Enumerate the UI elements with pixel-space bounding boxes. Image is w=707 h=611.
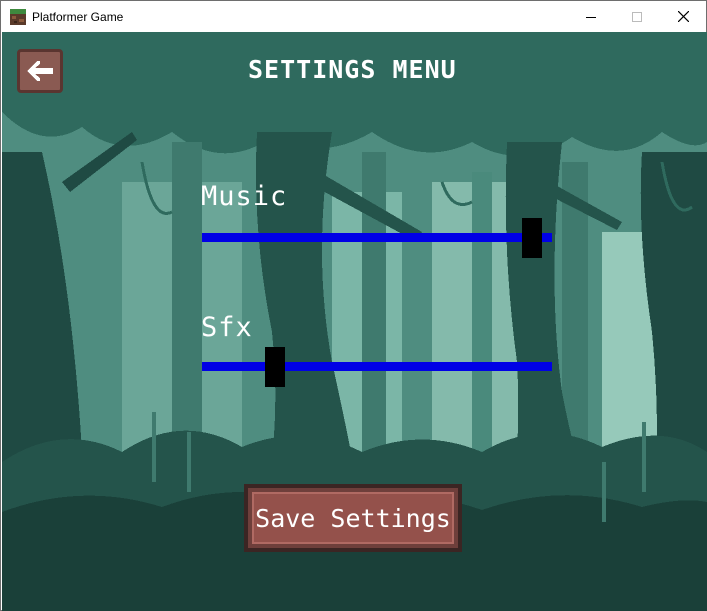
- save-settings-button[interactable]: Save Settings: [244, 484, 462, 552]
- music-slider[interactable]: [202, 216, 552, 258]
- game-window: Platformer Game SETTINGS MENU Music Sfx …: [0, 0, 707, 611]
- title-bar[interactable]: Platformer Game: [1, 1, 706, 32]
- sfx-label: Sfx: [201, 312, 253, 343]
- save-settings-button-face[interactable]: Save Settings: [252, 492, 454, 544]
- window-title: Platformer Game: [32, 10, 124, 24]
- close-icon: [677, 11, 689, 22]
- minimize-button[interactable]: [568, 1, 614, 32]
- maximize-icon: [632, 11, 642, 22]
- music-slider-track[interactable]: [202, 233, 552, 242]
- close-button[interactable]: [660, 1, 706, 32]
- game-canvas: SETTINGS MENU Music Sfx Save Settings: [2, 32, 707, 611]
- minimize-icon: [586, 16, 596, 18]
- sfx-slider-handle[interactable]: [265, 347, 285, 387]
- app-icon: [10, 9, 26, 25]
- sfx-slider-track[interactable]: [202, 362, 552, 371]
- arrow-left-icon: [27, 61, 53, 81]
- music-slider-handle[interactable]: [522, 218, 542, 258]
- sfx-slider[interactable]: [202, 346, 552, 388]
- maximize-button[interactable]: [614, 1, 660, 32]
- save-settings-label: Save Settings: [255, 503, 451, 533]
- page-title: SETTINGS MENU: [248, 55, 457, 84]
- back-button[interactable]: [17, 49, 63, 93]
- music-label: Music: [201, 181, 288, 212]
